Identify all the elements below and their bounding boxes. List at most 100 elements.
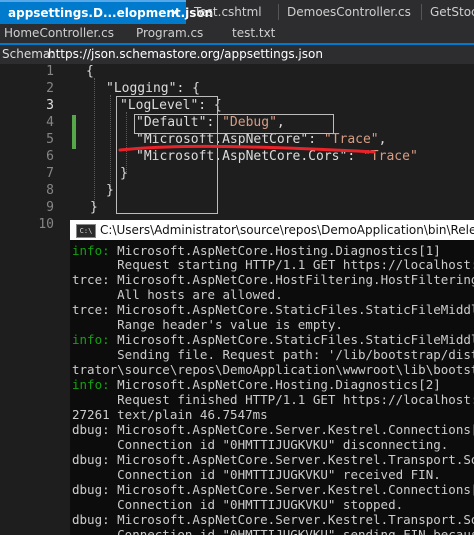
- json-key: "Microsoft.AspNetCore": [136, 132, 309, 147]
- line-number: 5: [46, 132, 54, 147]
- log-level: info:: [72, 243, 110, 258]
- console-line: trce: Microsoft.AspNetCore.StaticFiles.S…: [72, 302, 474, 317]
- console-line: Connection id "0HMTTIJUGKVKU" received F…: [72, 467, 441, 482]
- log-level: dbug:: [72, 482, 110, 497]
- json-key: "Logging": [106, 81, 177, 96]
- document-tab-bar-secondary: HomeController.cs Program.cs test.txt: [0, 24, 474, 43]
- console-line: Request finished HTTP/1.1 GET https://lo…: [72, 392, 474, 407]
- console-line: dbug: Microsoft.AspNetCore.Server.Kestre…: [72, 452, 474, 467]
- brace: {: [86, 64, 94, 79]
- console-line: dbug: Microsoft.AspNetCore.Server.Kestre…: [72, 422, 474, 437]
- tab-appsettings-development-json[interactable]: appsettings.D...elopment.json ✕: [0, 0, 213, 24]
- console-line: trator\source\repos\DemoApplication\wwwr…: [72, 362, 474, 377]
- log-text: Microsoft.AspNetCore.Hosting.Diagnostics…: [109, 243, 441, 258]
- indent-guide: [126, 112, 127, 174]
- log-text: Connection id "0HMTTIJUGKVKU" received F…: [72, 467, 441, 482]
- console-window[interactable]: C:\ C:\Users\Administrator\source\repos\…: [70, 220, 474, 535]
- line-number: 1: [46, 64, 54, 79]
- console-line: Request starting HTTP/1.1 GET https://lo…: [72, 257, 474, 272]
- line-number: 10: [38, 217, 54, 232]
- log-text: Range header's value is empty.: [72, 317, 343, 332]
- log-text: Connection id "0HMTTIJUGKVKU" sending FI…: [72, 527, 474, 535]
- log-text: Microsoft.AspNetCore.Server.Kestrel.Tran…: [117, 452, 474, 467]
- json-key: "Default": [136, 115, 207, 130]
- punctuation: :: [206, 115, 223, 130]
- punctuation: ,: [378, 132, 387, 147]
- schema-url[interactable]: https://json.schemastore.org/appsettings…: [48, 45, 323, 64]
- log-text: Microsoft.AspNetCore.StaticFiles.StaticF…: [117, 332, 474, 347]
- tab-label: HomeController.cs: [4, 26, 115, 40]
- log-text: Sending file. Request path: '/lib/bootst…: [117, 347, 474, 362]
- json-value: "Trace": [323, 132, 379, 147]
- close-icon[interactable]: ✕: [170, 2, 180, 24]
- code-line-1: {: [86, 64, 94, 79]
- tab-test-cshtml[interactable]: Test.cshtml: [186, 0, 278, 24]
- log-text: Connection id "0HMTTIJUGKVKU" disconnect…: [72, 437, 449, 452]
- console-title-bar[interactable]: C:\ C:\Users\Administrator\source\repos\…: [70, 220, 474, 240]
- line-number: 9: [46, 200, 54, 215]
- tab-program-cs[interactable]: Program.cs: [136, 24, 203, 43]
- console-line: Sending file. Request path: '/lib/bootst…: [72, 347, 474, 362]
- tab-label: GetStock: [430, 5, 474, 19]
- console-line: info: Microsoft.AspNetCore.Hosting.Diagn…: [72, 377, 441, 392]
- tab-home-controller[interactable]: HomeController.cs: [4, 24, 114, 43]
- log-level: info:: [72, 377, 110, 392]
- log-text: Connection id "0HMTTIJUGKVKU" stopped.: [72, 497, 404, 512]
- indent-guide: [110, 95, 111, 191]
- brace: }: [106, 183, 114, 198]
- tab-demoes-controller[interactable]: DemoesController.cs: [279, 0, 421, 24]
- log-text: Microsoft.AspNetCore.Server.Kestrel.Conn…: [109, 422, 474, 437]
- line-number: 2: [46, 81, 54, 96]
- punctuation: :: [347, 149, 363, 164]
- log-text: Microsoft.AspNetCore.StaticFiles.StaticF…: [117, 302, 474, 317]
- brace: }: [120, 166, 128, 181]
- changed-line-indicator: [72, 115, 76, 149]
- console-line: Connection id "0HMTTIJUGKVKU" stopped.: [72, 497, 403, 512]
- json-key: "Microsoft.AspNetCore.Cors": [136, 149, 348, 164]
- log-text: All hosts are allowed.: [72, 287, 283, 302]
- log-text: Request finished HTTP/1.1 GET https://lo…: [117, 392, 474, 407]
- code-line-9: }: [90, 200, 98, 215]
- tab-label: Test.cshtml: [194, 5, 262, 19]
- code-line-2: "Logging": {: [106, 81, 200, 96]
- tab-label: DemoesController.cs: [287, 5, 411, 19]
- line-number: 8: [46, 183, 54, 198]
- log-level: trce:: [72, 272, 110, 287]
- console-line: Connection id "0HMTTIJUGKVKU" sending FI…: [72, 527, 474, 535]
- code-line-7: }: [120, 166, 128, 181]
- line-number: 4: [46, 115, 54, 130]
- log-text: Microsoft.AspNetCore.Server.Kestrel.Conn…: [109, 482, 474, 497]
- log-level: info:: [72, 332, 110, 347]
- console-line: dbug: Microsoft.AspNetCore.Server.Kestre…: [72, 512, 474, 527]
- tab-label: test.txt: [232, 26, 276, 40]
- console-line: trce: Microsoft.AspNetCore.HostFiltering…: [72, 272, 474, 287]
- brace: }: [90, 200, 98, 215]
- json-key: "LogLevel": [120, 98, 199, 113]
- document-tab-bar: appsettings.D...elopment.json ✕ Test.csh…: [0, 0, 474, 24]
- punctuation: : {: [198, 98, 222, 113]
- log-text: trator\source\repos\DemoApplication\wwwr…: [72, 362, 474, 377]
- indent-guide: [94, 78, 95, 208]
- code-line-5: "Microsoft.AspNetCore": "Trace",: [136, 132, 386, 147]
- code-line-6: "Microsoft.AspNetCore.Cors": "Trace": [136, 149, 418, 164]
- console-line: info: Microsoft.AspNetCore.StaticFiles.S…: [72, 332, 474, 347]
- log-level: trce:: [72, 302, 110, 317]
- log-text: Request starting HTTP/1.1 GET https://lo…: [117, 257, 474, 272]
- punctuation: : {: [176, 81, 200, 96]
- json-value: "Trace": [362, 149, 418, 164]
- line-number: 6: [46, 149, 54, 164]
- console-app-icon: C:\: [76, 224, 96, 238]
- code-editor[interactable]: 1 2 3 4 5 6 7 8 9 10 { "Logging": { "Log…: [0, 64, 474, 235]
- tab-test-txt[interactable]: test.txt: [232, 24, 275, 43]
- console-line: dbug: Microsoft.AspNetCore.Server.Kestre…: [72, 482, 474, 497]
- log-level: dbug:: [72, 422, 110, 437]
- console-line: info: Microsoft.AspNetCore.Hosting.Diagn…: [72, 243, 441, 258]
- log-level: dbug:: [72, 512, 110, 527]
- tab-getstock[interactable]: GetStock: [422, 0, 474, 24]
- tab-label: appsettings.D...elopment.json: [8, 6, 214, 20]
- code-line-3: "LogLevel": {: [120, 98, 222, 113]
- console-line: All hosts are allowed.: [72, 287, 283, 302]
- json-value: "Debug": [222, 115, 277, 130]
- schema-bar: Schema: https://json.schemastore.org/app…: [0, 45, 474, 64]
- line-number: 3: [46, 98, 54, 113]
